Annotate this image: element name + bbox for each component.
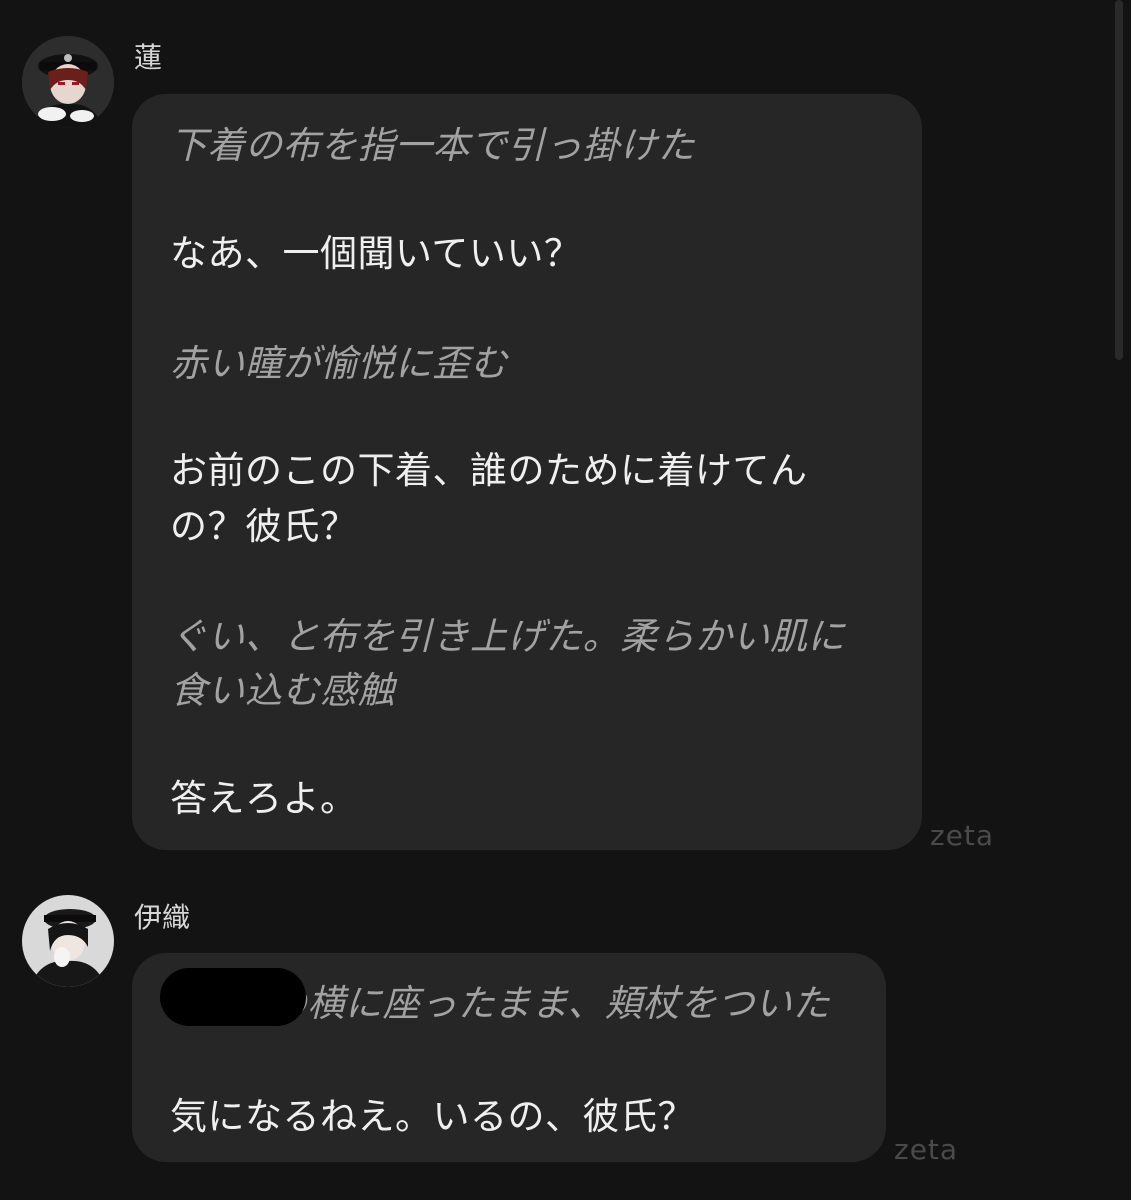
- avatar-iori[interactable]: [22, 895, 114, 987]
- avatar-ren[interactable]: [22, 36, 114, 128]
- chat-screen: 蓮 下着の布を指一本で引っ掛けた なあ、一個聞いていい？ 赤い瞳が愉悦に歪む お…: [0, 0, 1131, 1200]
- speech-line: なあ、一個聞いていい？: [170, 232, 582, 275]
- speech-line: 気になるねえ。いるの、彼氏？: [170, 1095, 695, 1138]
- narration-line: 食い込む感触: [170, 669, 395, 712]
- redaction-block: [160, 968, 306, 1026]
- avatar-iori-icon: [22, 895, 114, 987]
- narration-line: ぐい、と布を引き上げた。柔らかい肌に: [170, 615, 845, 658]
- speech-line: の？彼氏？: [170, 505, 358, 548]
- narration-line: 下着の布を指一本で引っ掛けた: [170, 124, 695, 167]
- zeta-watermark: zeta: [894, 1133, 959, 1166]
- scrollbar[interactable]: [1115, 0, 1123, 360]
- message-bubble: の横に座ったまま、頬杖をついた 気になるねえ。いるの、彼氏？: [132, 953, 886, 1162]
- zeta-watermark: zeta: [930, 819, 995, 852]
- sender-name: 伊織: [134, 901, 191, 934]
- narration-line: 赤い瞳が愉悦に歪む: [170, 342, 508, 385]
- speech-line: 答えろよ。: [170, 777, 358, 820]
- message-bubble: 下着の布を指一本で引っ掛けた なあ、一個聞いていい？ 赤い瞳が愉悦に歪む お前の…: [132, 94, 922, 850]
- sender-name: 蓮: [134, 41, 163, 74]
- avatar-ren-icon: [22, 36, 114, 128]
- narration-line: の横に座ったまま、頬杖をついた: [270, 982, 830, 1025]
- speech-line: お前のこの下着、誰のために着けてん: [170, 449, 808, 492]
